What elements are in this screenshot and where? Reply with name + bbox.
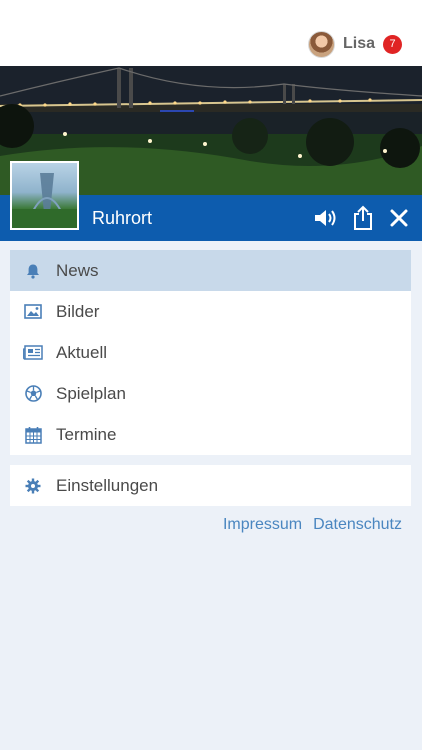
menu-item-einstellungen[interactable]: Einstellungen [10, 465, 411, 506]
close-icon[interactable] [381, 195, 417, 241]
soccer-ball-icon [10, 385, 56, 402]
speaker-icon[interactable] [308, 195, 344, 241]
menu-item-termine[interactable]: Termine [10, 414, 411, 455]
datenschutz-link[interactable]: Datenschutz [313, 516, 402, 534]
menu-item-label: Spielplan [56, 383, 126, 403]
settings-menu: Einstellungen [10, 465, 411, 506]
menu-item-label: Einstellungen [56, 475, 159, 495]
team-thumbnail [10, 161, 79, 230]
image-icon [10, 304, 56, 319]
user-profile[interactable]: Lisa 7 [307, 30, 402, 58]
menu-item-label: News [56, 260, 99, 280]
menu-item-label: Bilder [56, 301, 100, 321]
menu-item-label: Aktuell [56, 342, 108, 362]
calendar-icon [10, 426, 56, 444]
main-menu: News Bilder Aktuell Spielplan Termine [10, 250, 411, 455]
username[interactable]: Lisa [343, 35, 375, 53]
menu-item-aktuell[interactable]: Aktuell [10, 332, 411, 373]
impressum-link[interactable]: Impressum [223, 516, 302, 534]
menu-item-spielplan[interactable]: Spielplan [10, 373, 411, 414]
page-title: Ruhrort [92, 208, 153, 228]
menu-item-bilder[interactable]: Bilder [10, 291, 411, 332]
menu-item-label: Termine [56, 424, 117, 444]
avatar[interactable] [307, 30, 335, 58]
menu-item-news[interactable]: News [10, 250, 411, 291]
footer-links: Impressum Datenschutz [223, 516, 402, 534]
top-bar: Lisa 7 [0, 0, 422, 66]
notification-badge[interactable]: 7 [383, 34, 402, 54]
bell-icon [10, 263, 56, 279]
newspaper-icon [10, 345, 56, 360]
gear-icon [10, 478, 56, 494]
share-icon[interactable] [345, 195, 381, 241]
